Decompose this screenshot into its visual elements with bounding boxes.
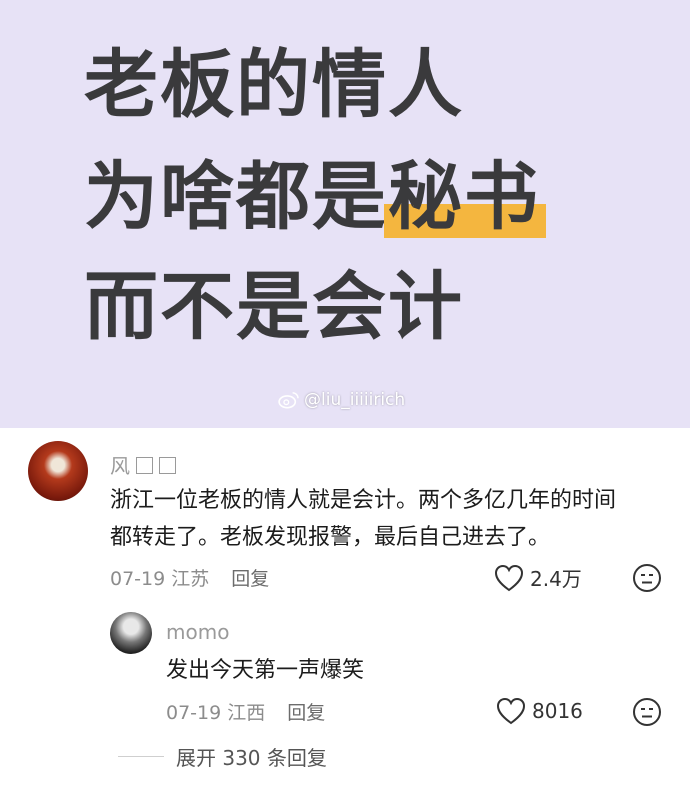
watermark: @liu_iiiiirich: [278, 390, 405, 410]
like-count: 8016: [532, 699, 583, 723]
comment-date-location: 07-19 江西: [166, 702, 266, 724]
heart-icon: [494, 564, 524, 591]
comment-username-text: 风: [110, 454, 130, 478]
avatar[interactable]: [28, 441, 88, 501]
comment-username[interactable]: 风: [110, 450, 176, 479]
comment-text-line: 浙江一位老板的情人就是会计。两个多亿几年的时间: [110, 488, 617, 513]
headline-line-3: 而不是会计: [84, 264, 464, 350]
emoji-face-icon[interactable]: [632, 697, 662, 727]
headline-highlight-text: 秘书: [388, 154, 540, 240]
avatar[interactable]: [110, 612, 152, 654]
weibo-icon: [278, 392, 299, 409]
emoji-face-icon[interactable]: [632, 563, 662, 593]
comment-text: 浙江一位老板的情人就是会计。两个多亿几年的时间 都转走了。老板发现报警，最后自己…: [110, 482, 616, 556]
reply-button[interactable]: 回复: [287, 702, 325, 724]
headline-line-1: 老板的情人: [84, 42, 464, 128]
heart-icon: [496, 697, 526, 725]
headline-highlight: 秘书: [384, 160, 546, 238]
headline-line-2: 为啥都是秘书: [84, 160, 546, 238]
emoji-placeholder-icon: [136, 457, 153, 474]
expand-replies-button[interactable]: 展开 330 条回复: [118, 742, 327, 771]
like-count: 2.4万: [530, 567, 582, 591]
expand-replies-label: 展开 330 条回复: [176, 746, 327, 770]
comment-meta: 07-19 江苏 回复: [110, 564, 269, 591]
comment-text: 发出今天第一声爆笑: [166, 658, 365, 683]
like-button[interactable]: 8016: [496, 697, 583, 725]
divider: [118, 756, 164, 757]
headline-line-2-prefix: 为啥都是: [84, 154, 388, 240]
comment-date-location: 07-19 江苏: [110, 568, 210, 590]
like-button[interactable]: 2.4万: [494, 563, 582, 592]
comment-text-line: 都转走了。老板发现报警，最后自己进去了。: [110, 525, 551, 550]
reply-button[interactable]: 回复: [231, 568, 269, 590]
post-image-banner: 老板的情人 为啥都是秘书 而不是会计 @liu_iiiiirich: [0, 0, 690, 428]
comment-meta: 07-19 江西 回复: [166, 698, 325, 725]
watermark-text: @liu_iiiiirich: [304, 390, 406, 410]
comment-username[interactable]: momo: [166, 620, 229, 644]
emoji-placeholder-icon: [159, 457, 176, 474]
